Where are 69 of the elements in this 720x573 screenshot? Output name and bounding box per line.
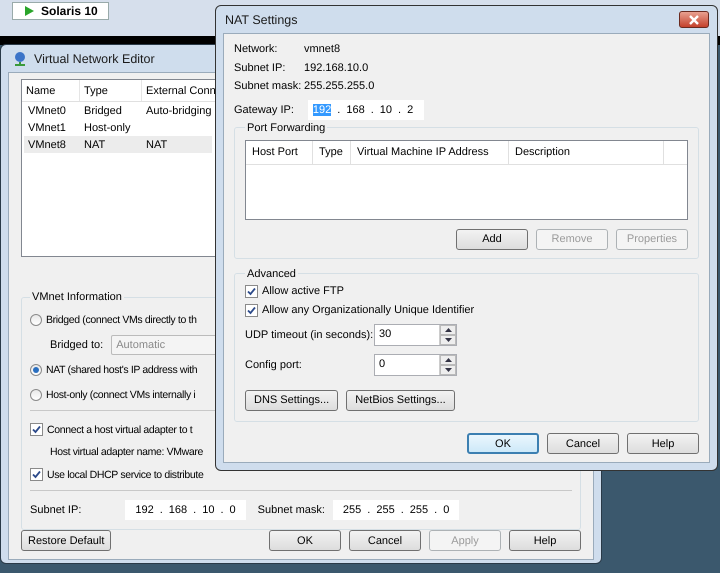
spinner-label: UDP timeout (in seconds): bbox=[245, 328, 374, 340]
group-title: VMnet Information bbox=[31, 291, 123, 303]
radio-label: Host-only (connect VMs internally i bbox=[46, 388, 196, 400]
up-arrow-icon bbox=[444, 358, 452, 362]
number-spinner[interactable]: 0 bbox=[374, 354, 457, 376]
network-row[interactable]: VMnet0 Bridged Auto-bridging bbox=[24, 102, 212, 119]
checkmark-icon bbox=[247, 286, 256, 296]
down-arrow-icon bbox=[444, 368, 452, 372]
gateway-ip-label: Gateway IP: bbox=[234, 104, 294, 116]
info-value: 255.255.255.0 bbox=[304, 80, 374, 92]
column-header[interactable]: Description bbox=[509, 140, 664, 164]
checkbox-label: Use local DHCP service to distribute bbox=[47, 468, 204, 480]
checkbox[interactable] bbox=[245, 284, 258, 298]
column-header[interactable]: Virtual Machine IP Address bbox=[351, 140, 509, 164]
number-spinner[interactable]: 30 bbox=[374, 324, 457, 346]
settings-button[interactable]: DNS Settings... bbox=[245, 390, 338, 410]
column-header[interactable]: Type bbox=[313, 140, 351, 164]
up-arrow-icon bbox=[444, 328, 452, 332]
down-arrow-icon bbox=[444, 338, 452, 342]
table-action-button[interactable]: Add bbox=[456, 228, 528, 250]
checkbox[interactable] bbox=[245, 304, 258, 316]
radio-label: Bridged (connect VMs directly to th bbox=[46, 314, 197, 326]
settings-button[interactable]: NetBios Settings... bbox=[346, 390, 455, 410]
info-label: Subnet IP: bbox=[234, 62, 286, 74]
info-value: 192.168.10.0 bbox=[304, 62, 368, 74]
radio-button[interactable] bbox=[30, 364, 42, 376]
close-button[interactable] bbox=[679, 11, 709, 28]
checkbox-label: Connect a host virtual adapter to t bbox=[47, 424, 192, 436]
checkbox[interactable] bbox=[30, 468, 43, 481]
checkbox[interactable] bbox=[30, 423, 43, 436]
dialog-button[interactable]: Help bbox=[509, 530, 581, 551]
window-title: NAT Settings bbox=[225, 12, 298, 26]
checkmark-icon bbox=[247, 306, 256, 314]
group-title: Port Forwarding bbox=[246, 122, 326, 134]
subnet-ip-label: Subnet IP: bbox=[30, 504, 82, 516]
info-label: Subnet mask: bbox=[234, 80, 302, 92]
radio-button[interactable] bbox=[30, 314, 42, 326]
group-title: Advanced bbox=[246, 268, 297, 280]
dialog-button[interactable]: Help bbox=[627, 433, 699, 454]
checkmark-icon bbox=[32, 470, 41, 479]
column-header[interactable]: Name bbox=[22, 80, 80, 101]
checkmark-icon bbox=[32, 425, 41, 434]
close-icon bbox=[688, 14, 700, 24]
window-title: Virtual Network Editor bbox=[34, 52, 155, 66]
column-header[interactable]: Type bbox=[80, 80, 142, 101]
info-label: Network: bbox=[234, 43, 278, 56]
radio-button[interactable] bbox=[30, 388, 42, 400]
column-header[interactable]: Host Port bbox=[246, 140, 313, 164]
dialog-button[interactable]: Cancel bbox=[349, 530, 421, 551]
dialog-button[interactable]: OK bbox=[467, 433, 539, 454]
gateway-ip-field[interactable]: 192 . 168 . 10 . 2 bbox=[308, 100, 424, 120]
info-value: vmnet8 bbox=[304, 43, 340, 56]
restore-default-button[interactable]: Restore Default bbox=[21, 530, 112, 551]
checkbox-label: Allow active FTP bbox=[262, 285, 344, 297]
dialog-button[interactable]: OK bbox=[269, 530, 341, 551]
background-tab[interactable]: Solaris 10 bbox=[12, 2, 109, 20]
spinner-label: Config port: bbox=[245, 358, 303, 370]
network-row[interactable]: VMnet8 NAT NAT bbox=[24, 136, 212, 153]
adapter-name-text: Host virtual adapter name: VMware bbox=[50, 446, 204, 458]
play-icon bbox=[23, 5, 35, 17]
subnet-mask-field[interactable]: 255 . 255 . 255 . 0 bbox=[332, 500, 460, 520]
radio-label: NAT (shared host's IP address with bbox=[46, 364, 198, 376]
checkbox-label: Allow any Organizationally Unique Identifier bbox=[262, 304, 474, 316]
bridged-to-label: Bridged to: bbox=[50, 338, 104, 350]
dialog-button[interactable]: Cancel bbox=[547, 433, 619, 454]
globe-icon bbox=[12, 50, 28, 66]
subnet-ip-field[interactable]: 192 . 168 . 10 . 0 bbox=[125, 500, 246, 520]
network-row[interactable]: VMnet1 Host-only bbox=[24, 119, 212, 136]
subnet-mask-label: Subnet mask: bbox=[258, 504, 325, 516]
